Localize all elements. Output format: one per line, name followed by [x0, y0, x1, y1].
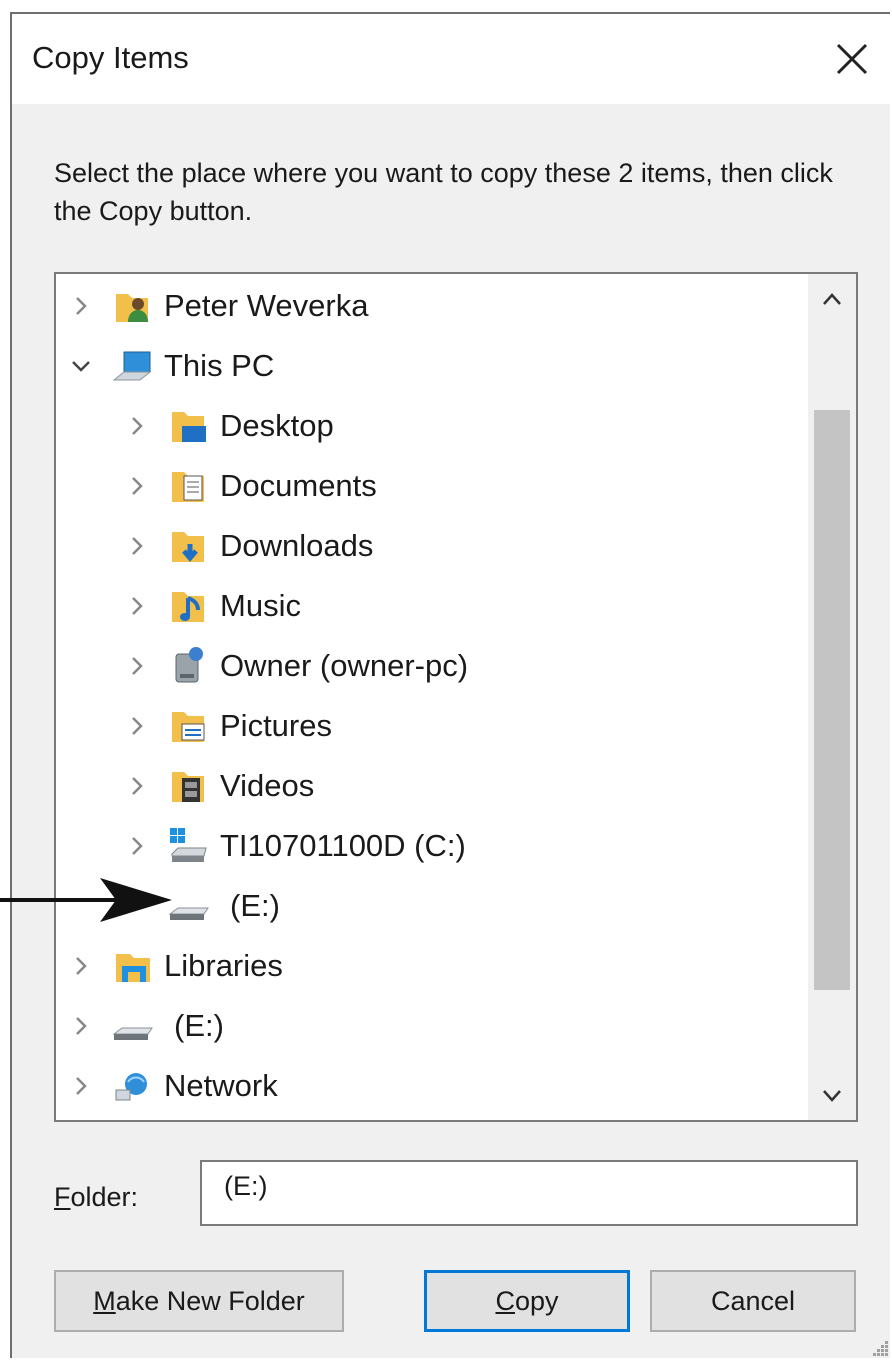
chevron-down-icon: [823, 1090, 841, 1102]
chevron-right-icon[interactable]: [122, 591, 152, 621]
tree-item-label: Libraries: [164, 948, 283, 983]
videos-folder-icon: [166, 764, 210, 808]
tree-item[interactable]: Libraries: [66, 938, 283, 994]
chevron-right-icon[interactable]: [66, 291, 96, 321]
tree-item[interactable]: Network: [66, 1058, 278, 1114]
folder-label-text: older:: [70, 1182, 139, 1212]
libraries-icon: [110, 944, 154, 988]
copy-label: opy: [514, 1285, 559, 1316]
chevron-right-icon[interactable]: [66, 1071, 96, 1101]
chevron-right-icon[interactable]: [122, 411, 152, 441]
tree-item-label: Downloads: [220, 528, 374, 563]
instruction-text: Select the place where you want to copy …: [54, 158, 833, 226]
chevron-right-icon[interactable]: [122, 831, 152, 861]
tree-item[interactable]: Pictures: [122, 698, 332, 754]
tree-item-label: Music: [220, 588, 301, 623]
chevron-right-icon[interactable]: [122, 651, 152, 681]
tree-item[interactable]: Downloads: [122, 518, 373, 574]
folder-tree[interactable]: Peter Weverka This PC Desktop Documents Down…: [54, 272, 858, 1122]
copy-items-dialog: Copy Items Select the place where you wa…: [10, 12, 890, 1358]
chevron-right-icon[interactable]: [122, 711, 152, 741]
scroll-thumb[interactable]: [814, 410, 850, 990]
tree-item-label: Documents: [220, 468, 377, 503]
tree-item-label: (E:): [230, 888, 280, 923]
computer-icon: [110, 344, 154, 388]
vertical-scrollbar[interactable]: [808, 274, 856, 1120]
scroll-up-button[interactable]: [808, 274, 856, 324]
chevron-right-icon[interactable]: [66, 1011, 96, 1041]
folder-label-access-key: F: [54, 1182, 71, 1212]
dialog-title: Copy Items: [32, 40, 189, 75]
network-icon: [110, 1064, 154, 1108]
scroll-down-button[interactable]: [808, 1070, 856, 1120]
tree-item-label: TI10701100D (C:): [220, 828, 466, 863]
tree-item[interactable]: TI10701100D (C:): [122, 818, 466, 874]
chevron-right-icon[interactable]: [122, 471, 152, 501]
music-folder-icon: [166, 584, 210, 628]
tree-item[interactable]: Peter Weverka: [66, 278, 368, 334]
chevron-right-icon[interactable]: [122, 531, 152, 561]
chevron-down-icon[interactable]: [66, 351, 96, 381]
windows-drive-icon: [166, 824, 210, 868]
tree-item-label: This PC: [164, 348, 275, 383]
chevron-up-icon: [823, 293, 841, 305]
tree-item[interactable]: Desktop: [122, 398, 334, 454]
title-bar: Copy Items: [12, 14, 890, 104]
tree-item-label: Pictures: [220, 708, 332, 743]
downloads-folder-icon: [166, 524, 210, 568]
chevron-right-icon[interactable]: [66, 951, 96, 981]
chevron-right-icon[interactable]: [122, 771, 152, 801]
pictures-folder-icon: [166, 704, 210, 748]
make-new-folder-button[interactable]: Make New Folder: [54, 1270, 344, 1332]
pointer-arrow-icon: [0, 878, 172, 922]
tree-item[interactable]: Owner (owner-pc): [122, 638, 468, 694]
close-button[interactable]: [826, 36, 876, 82]
tree-item[interactable]: Videos: [122, 758, 314, 814]
tree-item-label: Peter Weverka: [164, 288, 369, 323]
make-new-folder-access-key: M: [93, 1285, 116, 1316]
copy-access-key: C: [495, 1285, 515, 1316]
make-new-folder-label: ake New Folder: [115, 1285, 305, 1316]
copy-button[interactable]: Copy: [424, 1270, 630, 1332]
cancel-button[interactable]: Cancel: [650, 1270, 856, 1332]
tree-item[interactable]: Music: [122, 578, 301, 634]
desktop-folder-icon: [166, 404, 210, 448]
tree-item[interactable]: (E:): [66, 998, 224, 1054]
folder-label: Folder:: [54, 1182, 138, 1213]
folder-input[interactable]: [200, 1160, 858, 1226]
resize-grip-icon[interactable]: [870, 1338, 890, 1358]
tree-item-label: Network: [164, 1068, 278, 1103]
tree-item[interactable]: This PC: [66, 338, 274, 394]
documents-folder-icon: [166, 464, 210, 508]
tree-item-label: (E:): [174, 1008, 224, 1043]
user-folder-icon: [110, 284, 154, 328]
removable-drive-icon: [110, 1004, 154, 1048]
tree-item-label: Owner (owner-pc): [220, 648, 469, 683]
tree-item-label: Videos: [220, 768, 315, 803]
network-drive-icon: [166, 644, 210, 688]
close-icon: [836, 43, 868, 75]
tree-item[interactable]: Documents: [122, 458, 377, 514]
tree-item-label: Desktop: [220, 408, 334, 443]
